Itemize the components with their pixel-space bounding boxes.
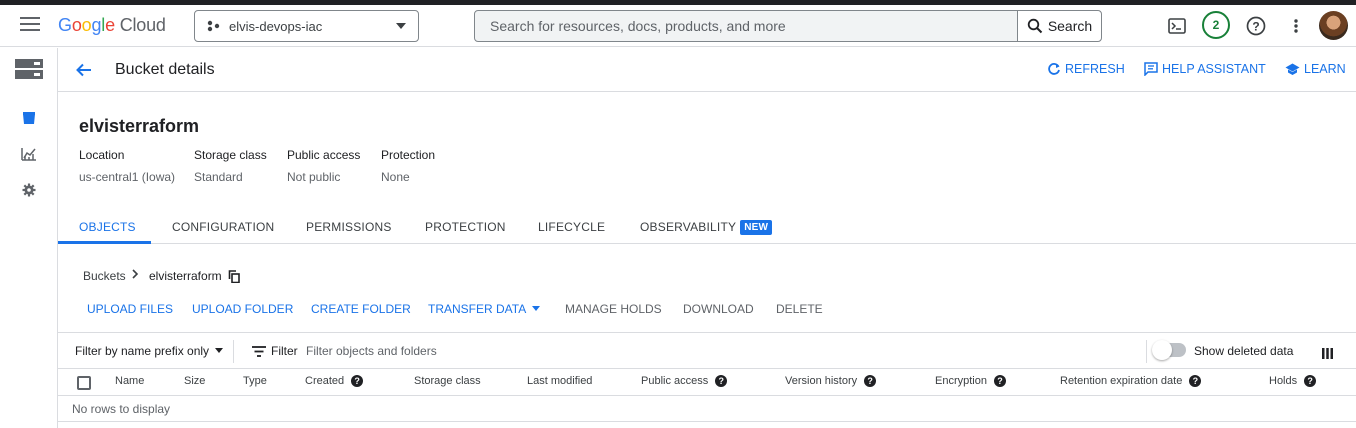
cloud-shell-icon[interactable] (1166, 15, 1188, 37)
breadcrumb-current: elvisterraform (149, 269, 222, 283)
learn-button[interactable]: LEARN (1285, 62, 1346, 76)
protection-label: Protection (381, 148, 436, 162)
chevron-down-icon (396, 23, 406, 29)
transfer-data-button[interactable]: TRANSFER DATA (428, 302, 541, 316)
chevron-down-icon (215, 348, 224, 353)
help-assistant-button[interactable]: HELP ASSISTANT (1144, 62, 1266, 76)
column-storage-class[interactable]: Storage class (414, 375, 481, 387)
page-header: Bucket details REFRESH HELP ASSISTANT LE… (58, 48, 1356, 92)
select-all-checkbox[interactable] (77, 376, 91, 390)
search-box: Search (474, 10, 1102, 42)
column-created[interactable]: Created? (305, 375, 364, 387)
column-encryption[interactable]: Encryption? (935, 375, 1006, 387)
column-public-access[interactable]: Public access? (641, 375, 728, 387)
column-name[interactable]: Name (115, 375, 144, 387)
settings-gear-icon[interactable] (13, 174, 45, 206)
filter-button[interactable]: Filter (252, 344, 298, 358)
more-vert-icon[interactable] (1285, 15, 1307, 37)
refresh-icon (1048, 63, 1060, 75)
protection-value: None (381, 170, 410, 184)
divider (1146, 340, 1147, 363)
page-title: Bucket details (115, 61, 215, 78)
public-access-value: Not public (287, 170, 341, 184)
project-dots-icon (207, 20, 220, 32)
divider (58, 421, 1356, 422)
breadcrumb-buckets[interactable]: Buckets (83, 269, 126, 283)
filter-bar: Filter by name prefix only Filter Show d… (58, 332, 1356, 369)
column-type[interactable]: Type (243, 375, 267, 387)
divider (233, 340, 234, 363)
school-icon (1285, 63, 1300, 75)
empty-table-message: No rows to display (72, 402, 171, 416)
monitoring-icon[interactable] (13, 138, 45, 170)
refresh-button[interactable]: REFRESH (1047, 62, 1125, 76)
tab-observability[interactable]: OBSERVABILITY NEW (640, 220, 773, 235)
tab-objects[interactable]: OBJECTS (79, 220, 136, 234)
copy-icon[interactable] (228, 270, 240, 288)
toggle-knob (1152, 340, 1172, 360)
location-value: us-central1 (Iowa) (79, 170, 176, 184)
tab-lifecycle[interactable]: LIFECYCLE (538, 220, 605, 234)
tab-protection[interactable]: PROTECTION (425, 220, 506, 234)
left-nav (0, 48, 58, 428)
tab-configuration[interactable]: CONFIGURATION (172, 220, 274, 234)
storage-product-icon[interactable] (13, 53, 45, 85)
help-icon[interactable]: ? (993, 375, 1006, 387)
notification-badge[interactable]: 2 (1202, 11, 1230, 39)
active-tab-indicator (58, 241, 151, 244)
download-button[interactable]: DOWNLOAD (683, 302, 754, 316)
avatar[interactable] (1319, 11, 1348, 40)
hamburger-menu-icon[interactable] (20, 17, 40, 35)
location-label: Location (79, 148, 125, 162)
column-version-history[interactable]: Version history? (785, 375, 877, 387)
column-display-icon[interactable] (1322, 346, 1333, 364)
search-button[interactable]: Search (1017, 11, 1101, 41)
column-holds[interactable]: Holds? (1269, 375, 1317, 387)
filter-input[interactable] (306, 338, 1026, 364)
filter-mode-dropdown[interactable]: Filter by name prefix only (75, 344, 224, 358)
public-access-label: Public access (287, 148, 361, 162)
delete-button[interactable]: DELETE (776, 302, 823, 316)
table-header: Name Size Type Created? Storage class La… (58, 369, 1356, 396)
help-icon[interactable]: ? (864, 375, 877, 387)
top-bar: Google Cloud elvis-devops-iac Search 2 ? (0, 5, 1356, 47)
storage-class-label: Storage class (194, 148, 267, 162)
help-icon[interactable]: ? (715, 375, 728, 387)
filter-list-icon (252, 345, 266, 357)
chevron-down-icon (532, 306, 541, 311)
column-retention-expiration[interactable]: Retention expiration date? (1060, 375, 1202, 387)
tab-bar: OBJECTS CONFIGURATION PERMISSIONS PROTEC… (58, 212, 1356, 244)
help-icon[interactable]: ? (1304, 375, 1317, 387)
tab-permissions[interactable]: PERMISSIONS (306, 220, 392, 234)
show-deleted-label: Show deleted data (1194, 344, 1294, 358)
project-name: elvis-devops-iac (229, 18, 323, 34)
back-arrow-icon[interactable] (74, 60, 94, 80)
upload-folder-button[interactable]: UPLOAD FOLDER (192, 302, 293, 316)
chat-icon (1144, 62, 1158, 76)
new-badge: NEW (740, 220, 773, 235)
manage-holds-button[interactable]: MANAGE HOLDS (565, 302, 662, 316)
chevron-right-icon (131, 268, 139, 283)
show-deleted-toggle[interactable] (1152, 340, 1186, 360)
help-icon[interactable]: ? (1245, 15, 1267, 37)
svg-text:?: ? (1252, 20, 1259, 34)
create-folder-button[interactable]: CREATE FOLDER (311, 302, 411, 316)
search-icon (1027, 18, 1043, 34)
search-input[interactable] (475, 11, 1017, 41)
storage-class-value: Standard (194, 170, 243, 184)
help-icon[interactable]: ? (351, 375, 364, 387)
bucket-name: elvisterraform (79, 116, 200, 136)
help-icon[interactable]: ? (1189, 375, 1202, 387)
project-selector[interactable]: elvis-devops-iac (194, 10, 419, 42)
buckets-icon[interactable] (13, 102, 45, 134)
column-size[interactable]: Size (184, 375, 205, 387)
upload-files-button[interactable]: UPLOAD FILES (87, 302, 173, 316)
google-cloud-logo[interactable]: Google Cloud (58, 15, 166, 36)
column-last-modified[interactable]: Last modified (527, 375, 592, 387)
